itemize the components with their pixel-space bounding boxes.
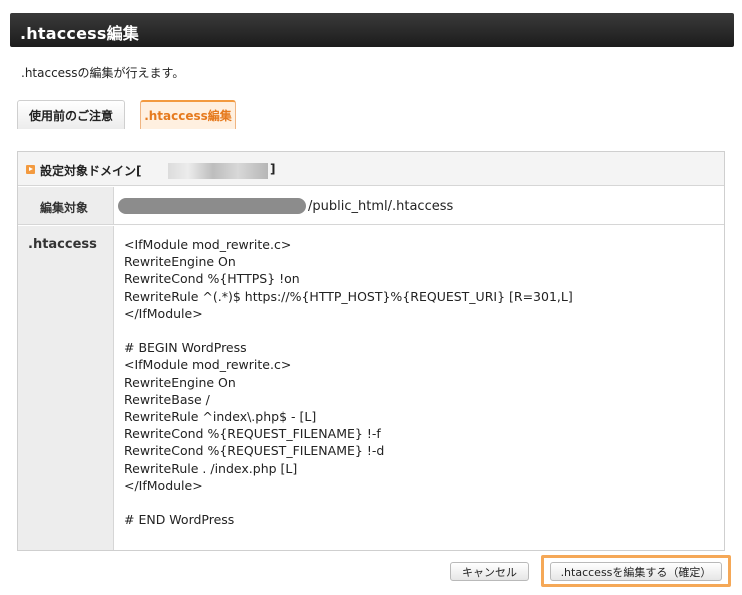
target-label-cell: 編集対象 (18, 187, 114, 224)
target-path: /public_html/.htaccess (308, 199, 454, 214)
arrow-bullet-icon (26, 165, 35, 174)
tab-precautions[interactable]: 使用前のご注意 (17, 100, 125, 129)
redacted-path (118, 198, 306, 214)
page-header: .htaccess編集 (10, 13, 734, 47)
domain-heading-label: 設定対象ドメイン[ (40, 164, 142, 178)
htaccess-panel: 設定対象ドメイン[ ] 編集対象 /public_html/.htaccess … (17, 151, 725, 551)
editor-label: .htaccess (28, 237, 97, 252)
editor-label-cell: .htaccess (18, 226, 114, 550)
editor-row: .htaccess <IfModule mod_rewrite.c> Rewri… (18, 226, 724, 550)
htaccess-textarea[interactable]: <IfModule mod_rewrite.c> RewriteEngine O… (124, 236, 714, 542)
confirm-edit-button[interactable]: .htaccessを編集する（確定） (550, 562, 722, 581)
target-label: 編集対象 (40, 201, 89, 215)
intro-text: .htaccessの編集が行えます。 (21, 66, 185, 80)
cancel-button[interactable]: キャンセル (450, 562, 529, 581)
confirm-button-highlight: .htaccessを編集する（確定） (541, 555, 731, 587)
page-title: .htaccess編集 (20, 24, 139, 43)
redacted-domain (168, 163, 268, 179)
domain-heading-suffix: ] (270, 162, 276, 176)
panel-heading: 設定対象ドメイン[ ] (18, 152, 724, 186)
target-row: 編集対象 /public_html/.htaccess (18, 187, 724, 225)
tab-htaccess-edit[interactable]: .htaccess編集 (140, 100, 236, 129)
